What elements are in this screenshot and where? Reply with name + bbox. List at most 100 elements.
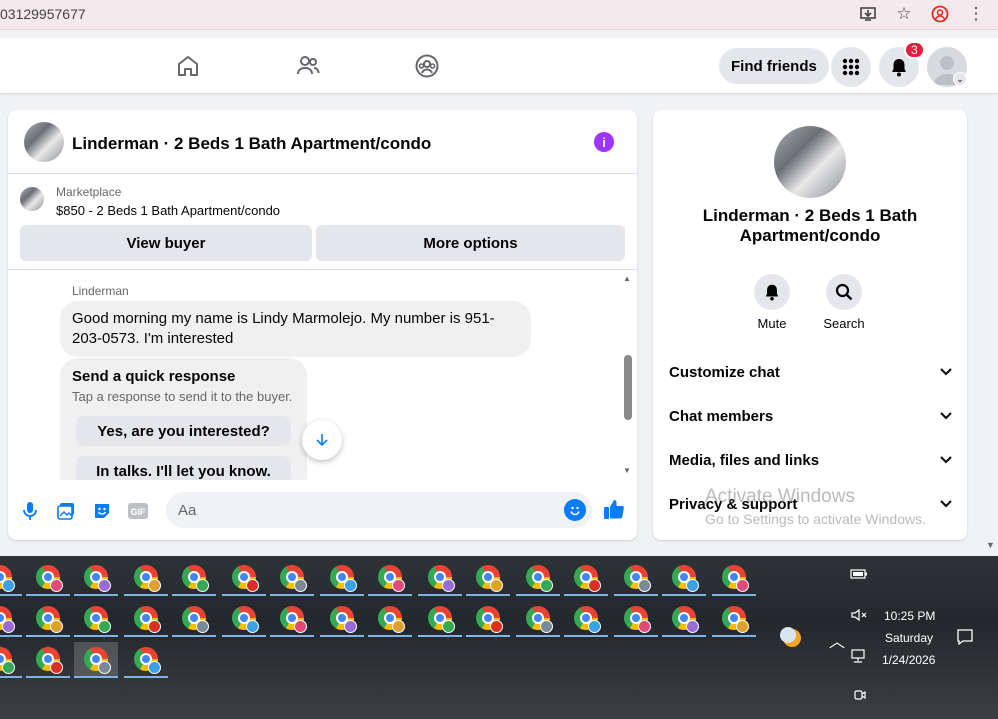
info-icon[interactable]: i [594,132,614,152]
chrome-taskbar-icon[interactable] [124,601,168,637]
chrome-taskbar-icon[interactable] [0,601,22,637]
install-icon[interactable] [858,4,878,24]
friends-icon[interactable] [294,52,322,80]
scroll-down-arrow-icon[interactable]: ▼ [623,466,631,475]
profile-badge-icon [344,620,357,633]
chrome-taskbar-icon[interactable] [466,601,510,637]
chrome-taskbar-icon[interactable] [222,560,266,596]
mute-button[interactable]: Mute [747,274,797,331]
address-bar-text[interactable]: 03129957677 [0,6,86,22]
clock-date[interactable]: 1/24/2026 [882,653,935,667]
message-scrollbar[interactable]: ▲ ▼ [622,272,634,480]
chat-members-row[interactable]: Chat members [669,398,953,434]
chrome-taskbar-icon[interactable] [74,642,118,678]
chrome-taskbar-icon[interactable] [418,601,462,637]
clock-time[interactable]: 10:25 PM [884,609,935,623]
chrome-icon [330,606,357,633]
profile-badge-icon [2,661,15,674]
chrome-taskbar-icon[interactable] [516,601,560,637]
chrome-taskbar-icon[interactable] [662,601,706,637]
chrome-taskbar-icon[interactable] [564,560,608,596]
meet-now-icon[interactable] [853,688,867,705]
customize-chat-row[interactable]: Customize chat [669,354,953,390]
profile-badge-icon [442,620,455,633]
message-thread[interactable]: Linderman Good morning my name is Lindy … [8,272,637,480]
chrome-taskbar-icon[interactable] [0,642,22,678]
network-icon[interactable] [851,649,867,666]
chrome-taskbar-icon[interactable] [564,601,608,637]
profile-badge-icon [588,579,601,592]
marketplace-label: Marketplace [56,185,122,199]
chrome-icon [134,647,161,674]
profile-badge-icon [294,620,307,633]
chrome-taskbar-icon[interactable] [26,642,70,678]
chrome-taskbar-icon[interactable] [320,560,364,596]
battery-icon[interactable] [850,568,868,583]
scroll-to-bottom-button[interactable] [302,420,342,460]
star-icon[interactable]: ☆ [894,4,914,24]
chrome-taskbar-icon[interactable] [516,560,560,596]
home-icon[interactable] [174,52,202,80]
chrome-taskbar-icon[interactable] [614,560,658,596]
chrome-taskbar-icon[interactable] [662,560,706,596]
chrome-taskbar-icon[interactable] [368,601,412,637]
chevron-down-icon[interactable]: ⌄ [953,72,967,86]
chrome-taskbar-icon[interactable] [26,560,70,596]
groups-icon[interactable] [413,52,441,80]
chrome-taskbar-icon[interactable] [222,601,266,637]
gif-icon[interactable]: GIF [127,500,149,522]
photo-icon[interactable] [55,500,77,522]
profile-badge-icon [196,579,209,592]
search-icon[interactable] [826,274,862,310]
weather-icon[interactable] [778,624,804,653]
notification-center-icon[interactable] [956,628,974,649]
profile-icon[interactable] [930,4,950,24]
find-friends-button[interactable]: Find friends [719,48,829,84]
microphone-icon[interactable] [19,500,41,522]
volume-muted-icon[interactable] [851,608,867,625]
bell-icon[interactable] [754,274,790,310]
sticker-icon[interactable] [91,500,113,522]
chrome-taskbar-icon[interactable] [712,601,756,637]
chrome-taskbar-icon[interactable] [74,601,118,637]
chrome-taskbar-icon[interactable] [26,601,70,637]
chrome-taskbar-icon[interactable] [320,601,364,637]
quick-response-option[interactable]: In talks. I'll let you know. [76,456,291,480]
chevron-down-icon [939,408,953,425]
menu-grid-icon[interactable] [831,47,871,87]
chrome-taskbar-icon[interactable] [270,601,314,637]
row-label: Customize chat [669,363,780,381]
chrome-icon [476,606,503,633]
quick-response-option[interactable]: Yes, are you interested? [76,416,291,446]
chrome-taskbar-icon[interactable] [418,560,462,596]
message-bubble[interactable]: Good morning my name is Lindy Marmolejo.… [60,301,531,357]
chrome-taskbar-icon[interactable] [614,601,658,637]
chrome-taskbar-icon[interactable] [270,560,314,596]
chrome-icon [722,606,749,633]
scroll-up-arrow-icon[interactable]: ▲ [623,274,631,283]
activate-windows-watermark: Activate Windows [705,486,855,507]
message-input[interactable] [166,492,592,528]
menu-icon[interactable]: ⋮ [966,4,986,24]
media-files-links-row[interactable]: Media, files and links [669,442,953,478]
clock-day[interactable]: Saturday [885,631,933,645]
scrollbar-thumb[interactable] [624,355,632,420]
chrome-taskbar-icon[interactable] [466,560,510,596]
chrome-taskbar-icon[interactable] [172,601,216,637]
chrome-taskbar-icon[interactable] [172,560,216,596]
page-scroll-down-arrow-icon[interactable]: ▼ [986,540,995,550]
thumbs-up-icon[interactable] [603,498,625,520]
chrome-taskbar-icon[interactable] [368,560,412,596]
chrome-taskbar-icon[interactable] [124,560,168,596]
show-hidden-icons-chevron-icon[interactable]: ︿ [829,628,845,652]
chrome-icon [672,606,699,633]
emoji-icon[interactable] [564,499,586,521]
chrome-taskbar-icon[interactable] [74,560,118,596]
chrome-taskbar-icon[interactable] [0,560,22,596]
chrome-taskbar-icon[interactable] [124,642,168,678]
more-options-button[interactable]: More options [316,225,625,261]
chat-title[interactable]: Linderman · 2 Beds 1 Bath Apartment/cond… [72,134,431,154]
search-button[interactable]: Search [819,274,869,331]
chrome-taskbar-icon[interactable] [712,560,756,596]
view-buyer-button[interactable]: View buyer [20,225,312,261]
